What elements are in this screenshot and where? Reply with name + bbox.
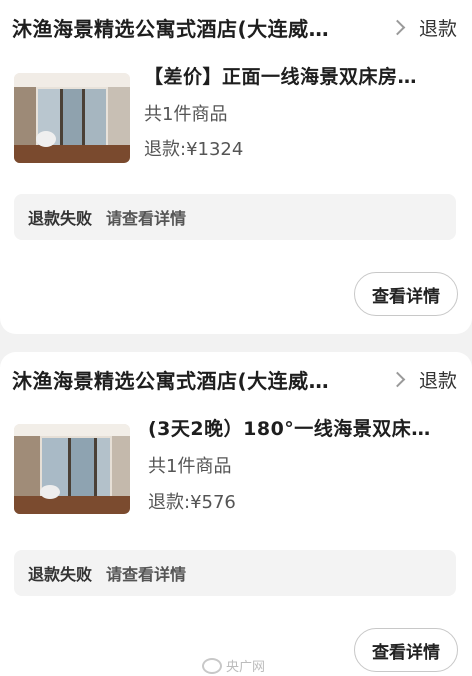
refund-status-box[interactable]: 退款失败 请查看详情 — [14, 550, 456, 596]
refund-failed-label: 退款失败 — [28, 209, 93, 228]
order-card: 沐渔海景精选公寓式酒店(大连威… 退款 【差价】正面一线海景双床房… 共1件商品… — [0, 0, 472, 334]
shop-header[interactable]: 沐渔海景精选公寓式酒店(大连威… 退款 — [12, 10, 458, 44]
chevron-right-icon[interactable] — [389, 19, 406, 35]
order-card: 沐渔海景精选公寓式酒店(大连威… 退款 (3天2晚）180°一线海景双床… 共1… — [0, 352, 472, 676]
shop-header[interactable]: 沐渔海景精选公寓式酒店(大连威… 退款 — [12, 362, 458, 396]
product-image[interactable] — [14, 424, 130, 514]
view-details-button[interactable]: 查看详情 — [354, 272, 458, 316]
refund-failed-label: 退款失败 — [28, 565, 93, 584]
refund-amount: 退款:¥1324 — [144, 139, 244, 160]
watermark-text: 央广网 — [226, 660, 266, 675]
refund-amount: 退款:¥576 — [148, 492, 236, 513]
product-count: 共1件商品 — [148, 456, 232, 477]
refund-status-box[interactable]: 退款失败 请查看详情 — [14, 194, 456, 240]
product-title[interactable]: 【差价】正面一线海景双床房… — [144, 62, 417, 89]
order-status: 退款 — [419, 369, 458, 392]
product-title[interactable]: (3天2晚）180°一线海景双床… — [148, 414, 431, 441]
watermark: 央广网 — [202, 656, 265, 675]
product-count: 共1件商品 — [144, 104, 228, 125]
shop-name[interactable]: 沐渔海景精选公寓式酒店(大连威… — [12, 365, 384, 394]
status-hint: 请查看详情 — [106, 565, 187, 584]
order-status: 退款 — [419, 17, 458, 40]
shop-name[interactable]: 沐渔海景精选公寓式酒店(大连威… — [12, 13, 384, 42]
chevron-right-icon[interactable] — [389, 371, 406, 387]
status-hint: 请查看详情 — [106, 209, 187, 228]
weibo-logo-icon — [202, 657, 222, 674]
product-image[interactable] — [14, 73, 130, 163]
view-details-button[interactable]: 查看详情 — [354, 628, 458, 672]
